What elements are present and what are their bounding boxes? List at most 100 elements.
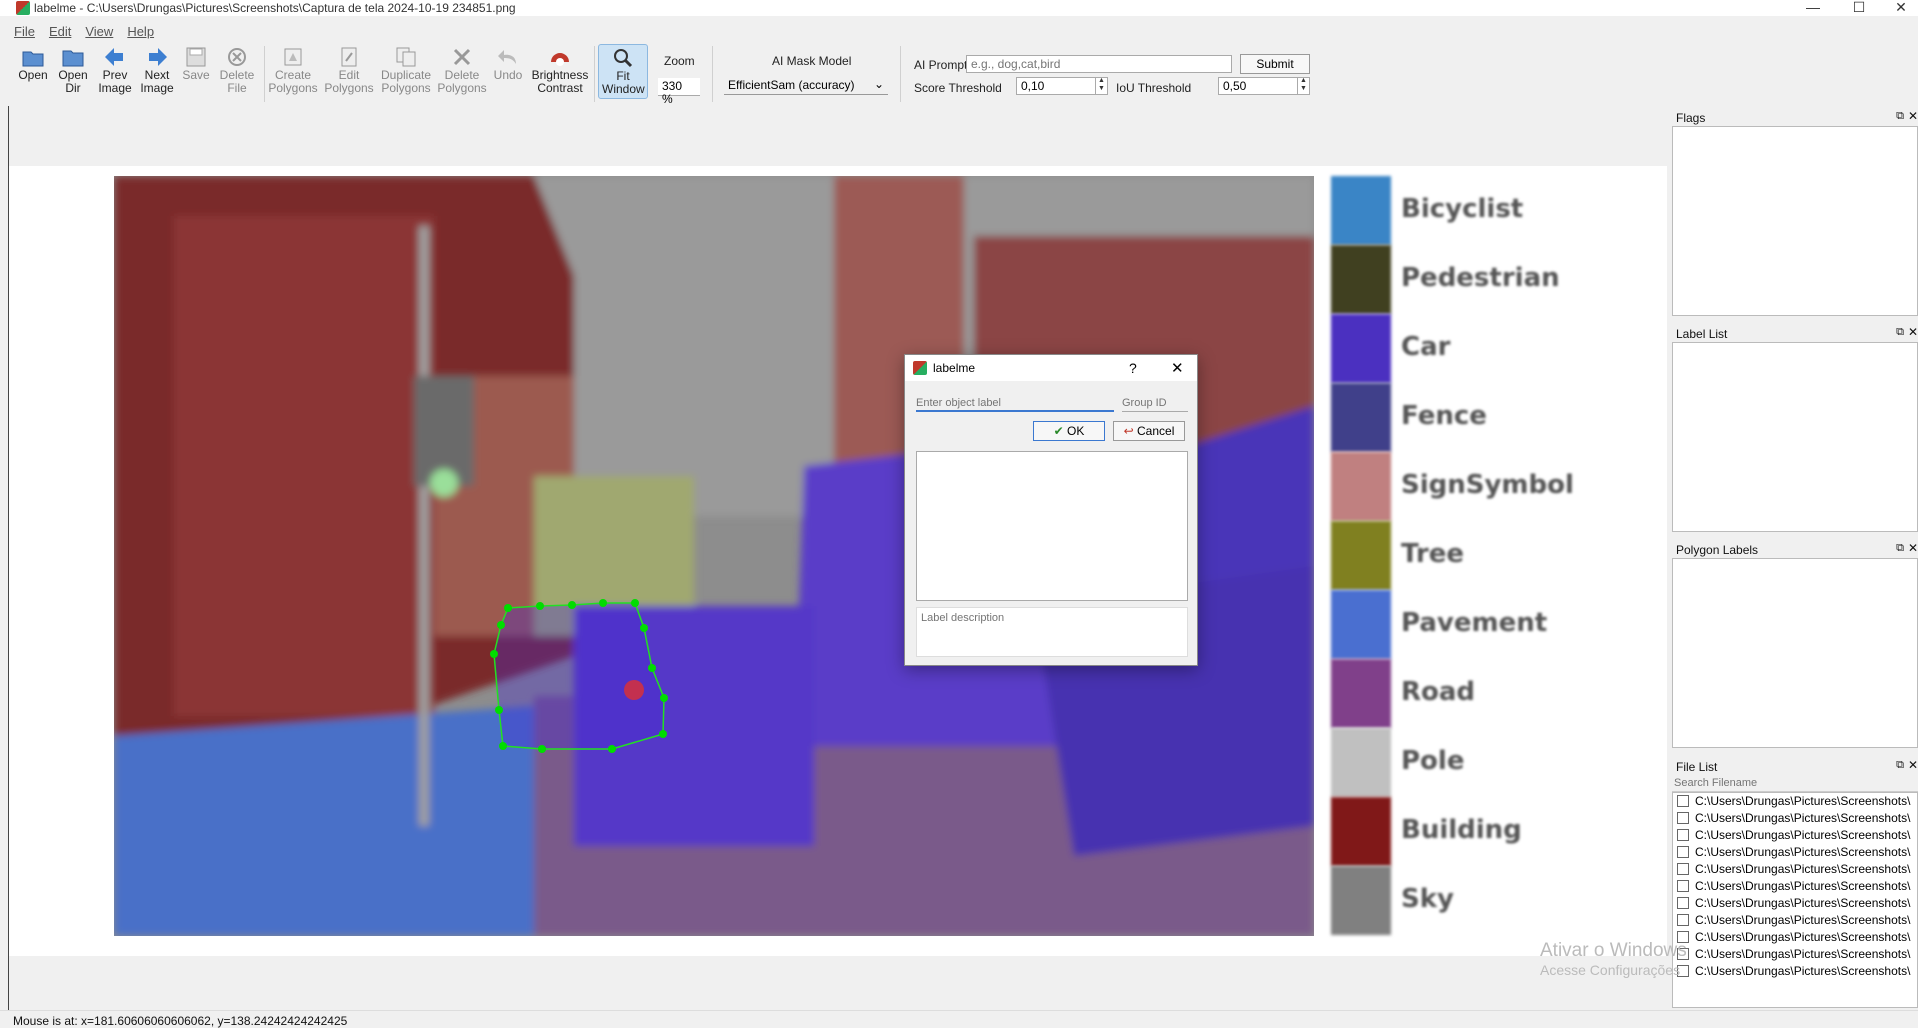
legend-swatch-car <box>1331 314 1391 383</box>
file-list-item[interactable]: C:\Users\Drungas\Pictures\Screenshots\ <box>1673 844 1917 861</box>
file-list-item[interactable]: C:\Users\Drungas\Pictures\Screenshots\ <box>1673 827 1917 844</box>
ok-label: OK <box>1067 424 1085 438</box>
float-icon[interactable]: ⧉ <box>1896 542 1904 555</box>
legend-label-sky: Sky <box>1401 884 1454 914</box>
close-dock-icon[interactable]: ✕ <box>1908 325 1918 339</box>
ok-button[interactable]: ✔ OK <box>1033 421 1105 441</box>
duplicate-polygons-button[interactable]: Duplicate Polygons <box>378 46 434 95</box>
polygon-labels-dock: Polygon Labels ⧉ ✕ <box>1672 540 1918 750</box>
label-suggestions-list[interactable] <box>916 451 1188 601</box>
file-list[interactable]: C:\Users\Drungas\Pictures\Screenshots\ C:… <box>1672 791 1918 1008</box>
iou-threshold-input[interactable]: 0,50 ▲ ▼ <box>1218 77 1310 95</box>
open-dir-label2: Dir <box>65 81 81 95</box>
next-image-button[interactable]: Next Image <box>138 46 176 95</box>
file-checkbox[interactable] <box>1677 829 1689 841</box>
spin-arrows-icon[interactable]: ▲ ▼ <box>1095 77 1107 95</box>
menu-help[interactable]: Help <box>127 24 154 42</box>
cancel-button[interactable]: ↩ Cancel <box>1113 421 1185 441</box>
close-icon[interactable]: ✕ <box>1171 359 1184 377</box>
file-path: C:\Users\Drungas\Pictures\Screenshots\ <box>1695 845 1911 859</box>
legend-label-road: Road <box>1401 677 1476 707</box>
file-checkbox[interactable] <box>1677 914 1689 926</box>
close-dock-icon[interactable]: ✕ <box>1908 758 1918 772</box>
watermark-line1: Ativar o Windows <box>1540 940 1687 961</box>
ai-mask-select[interactable]: EfficientSam (accuracy) ⌄ <box>724 77 888 95</box>
float-icon[interactable]: ⧉ <box>1896 759 1904 772</box>
zoom-input[interactable]: 330 % <box>658 78 700 106</box>
file-checkbox[interactable] <box>1677 863 1689 875</box>
spin-arrows-icon[interactable]: ▲ ▼ <box>1297 77 1309 95</box>
file-list-item[interactable]: C:\Users\Drungas\Pictures\Screenshots\ <box>1673 929 1917 946</box>
brightness-contrast-button[interactable]: Brightness Contrast <box>530 46 590 95</box>
delete-polygons-button[interactable]: Delete Polygons <box>436 46 488 95</box>
file-path: C:\Users\Drungas\Pictures\Screenshots\ <box>1695 794 1911 808</box>
open-dir-button[interactable]: Open Dir <box>56 46 90 95</box>
file-checkbox[interactable] <box>1677 880 1689 892</box>
legend-label-pavement: Pavement <box>1401 608 1548 638</box>
undo-button[interactable]: Undo <box>492 46 524 82</box>
check-icon: ✔ <box>1053 424 1064 438</box>
file-path: C:\Users\Drungas\Pictures\Screenshots\ <box>1695 913 1911 927</box>
close-dock-icon[interactable]: ✕ <box>1908 541 1918 555</box>
file-list-item[interactable]: C:\Users\Drungas\Pictures\Screenshots\ <box>1673 810 1917 827</box>
legend-swatch-sky <box>1331 866 1391 935</box>
file-list-item[interactable]: C:\Users\Drungas\Pictures\Screenshots\ <box>1673 895 1917 912</box>
fit-window-button[interactable]: Fit Window <box>598 44 648 99</box>
score-threshold-label: Score Threshold <box>914 81 1002 95</box>
file-checkbox[interactable] <box>1677 897 1689 909</box>
label-list-title: Label List <box>1676 327 1728 341</box>
menu-file[interactable]: File <box>14 24 35 42</box>
polygon-labels-list[interactable] <box>1672 558 1918 748</box>
edit-icon <box>341 47 357 67</box>
file-checkbox[interactable] <box>1677 812 1689 824</box>
float-icon[interactable]: ⧉ <box>1896 110 1904 123</box>
file-path: C:\Users\Drungas\Pictures\Screenshots\ <box>1695 828 1911 842</box>
open-label: Open <box>18 68 48 82</box>
object-label-input[interactable] <box>916 395 1114 412</box>
save-button[interactable]: Save <box>180 46 212 82</box>
ai-mask-label: AI Mask Model <box>772 54 852 68</box>
submit-button[interactable]: Submit <box>1240 54 1310 74</box>
zoom-fit-icon <box>614 49 633 68</box>
create-polygons-button[interactable]: Create Polygons <box>268 46 318 95</box>
score-threshold-input[interactable]: 0,10 ▲ ▼ <box>1016 77 1108 95</box>
edit-polygons-button[interactable]: Edit Polygons <box>324 46 374 95</box>
legend-swatch-bicyclist <box>1331 176 1391 245</box>
file-list-item[interactable]: C:\Users\Drungas\Pictures\Screenshots\ <box>1673 946 1917 963</box>
flags-list[interactable] <box>1672 126 1918 316</box>
float-icon[interactable]: ⧉ <box>1896 326 1904 339</box>
delete-file-button[interactable]: Delete File <box>218 46 256 95</box>
cross-icon <box>453 48 471 66</box>
file-list-item[interactable]: C:\Users\Drungas\Pictures\Screenshots\ <box>1673 963 1917 980</box>
file-list-item[interactable]: C:\Users\Drungas\Pictures\Screenshots\ <box>1673 861 1917 878</box>
edit-label2: Polygons <box>324 81 374 95</box>
legend-swatch-fence <box>1331 383 1391 452</box>
dialog-title-bar: labelme ? ✕ <box>905 355 1197 381</box>
undo-label: Undo <box>493 68 523 82</box>
canvas-area[interactable]: Bicyclist Pedestrian Car Fence SignSymbol Tre… <box>8 106 1668 1010</box>
maximize-button[interactable]: ☐ <box>1836 0 1882 16</box>
file-list-item[interactable]: C:\Users\Drungas\Pictures\Screenshots\ <box>1673 793 1917 810</box>
file-list-item[interactable]: C:\Users\Drungas\Pictures\Screenshots\ <box>1673 878 1917 895</box>
ai-prompt-input[interactable] <box>966 55 1232 73</box>
label-list[interactable] <box>1672 342 1918 532</box>
group-id-input[interactable] <box>1122 395 1188 412</box>
title-bar: labelme - C:\Users\Drungas\Pictures\Scre… <box>0 0 1918 16</box>
file-checkbox[interactable] <box>1677 846 1689 858</box>
menu-view[interactable]: View <box>85 24 113 42</box>
label-description-input[interactable] <box>916 607 1188 657</box>
prev-image-button[interactable]: Prev Image <box>96 46 134 95</box>
open-button[interactable]: Open <box>16 46 50 82</box>
minimize-button[interactable]: — <box>1790 0 1836 16</box>
legend-swatch-tree <box>1331 521 1391 590</box>
app-icon <box>16 1 30 15</box>
menu-edit[interactable]: Edit <box>49 24 71 42</box>
file-list-item[interactable]: C:\Users\Drungas\Pictures\Screenshots\ <box>1673 912 1917 929</box>
legend-label-tree: Tree <box>1401 539 1464 569</box>
file-checkbox[interactable] <box>1677 795 1689 807</box>
legend-swatch-pole <box>1331 728 1391 797</box>
close-window-button[interactable]: ✕ <box>1878 0 1918 16</box>
close-dock-icon[interactable]: ✕ <box>1908 109 1918 123</box>
search-filename-input[interactable] <box>1672 775 1918 792</box>
help-icon[interactable]: ? <box>1129 360 1137 376</box>
